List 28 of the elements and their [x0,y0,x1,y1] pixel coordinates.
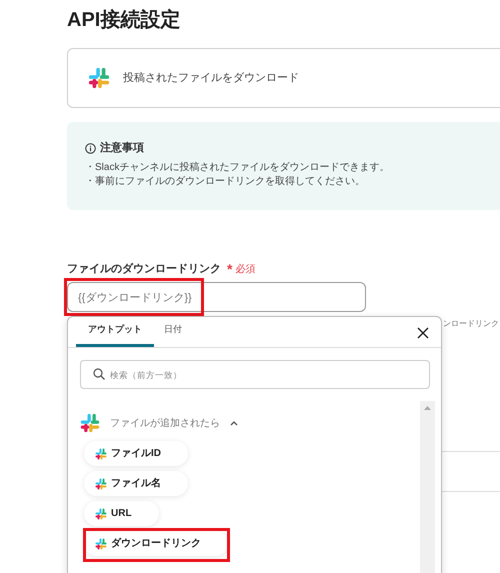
search-icon [93,368,105,380]
slack-logo-icon [88,67,110,89]
search-field[interactable]: 検索（前方一致） [80,360,430,389]
slack-logo-icon [80,413,100,433]
output-chip[interactable]: ファイルID [84,441,188,466]
background-text: ンロードリンク [443,318,499,330]
output-chip[interactable]: ファイル名 [84,471,188,496]
scroll-up-icon [424,406,431,410]
notice-text: ・Slackチャンネルに投稿されたファイルをダウンロードできます。 [85,160,390,174]
required-label: * 必須 [227,260,256,278]
slack-logo-icon [95,508,107,520]
output-chip[interactable]: URL [84,501,159,526]
group-header[interactable]: ファイルが追加されたら [80,413,250,433]
output-chip[interactable]: ダウンロードリンク [84,531,228,556]
notice-title: 注意事項 [100,140,144,156]
info-icon [85,142,96,154]
link-input[interactable]: {{ダウンロードリンク}} [67,282,366,312]
page-title: API接続設定 [67,8,182,33]
popup-tab[interactable]: アウトプット [76,316,154,347]
popup-tab[interactable]: 日付 [154,316,192,347]
action-card[interactable]: 投稿されたファイルをダウンロード [67,48,500,108]
close-icon[interactable] [417,327,429,339]
action-label: 投稿されたファイルをダウンロード [123,70,299,86]
field-label: ファイルのダウンロードリンク [67,262,221,277]
notice-text: ・事前にファイルのダウンロードリンクを取得してください。 [85,174,366,188]
slack-logo-icon [95,478,107,490]
slack-logo-icon [95,538,107,550]
slack-logo-icon [95,448,107,460]
